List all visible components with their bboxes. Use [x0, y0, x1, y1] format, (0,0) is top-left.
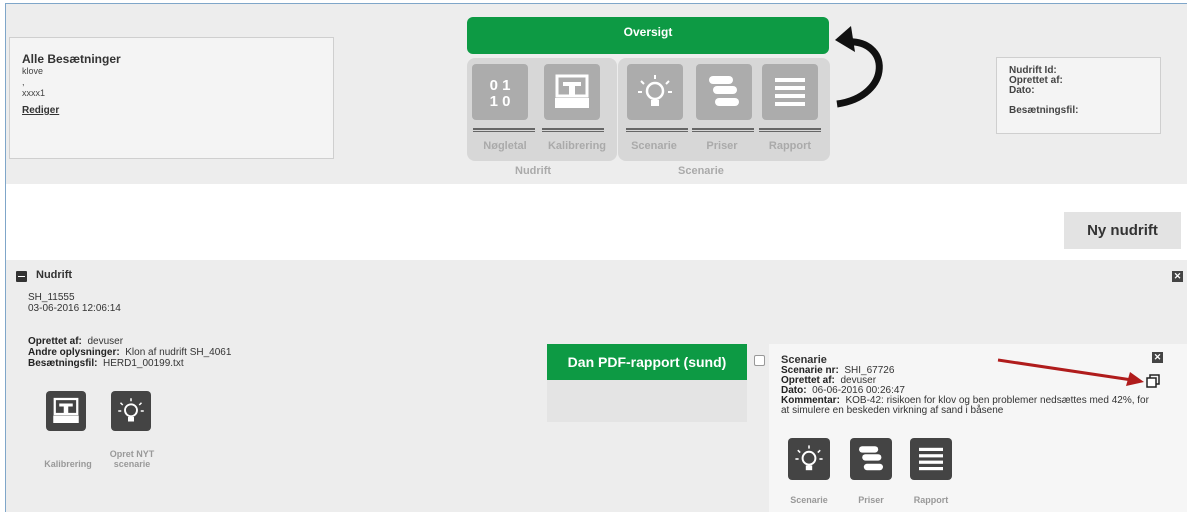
info-dato: Dato: — [1009, 85, 1035, 96]
fil-label: Besætningsfil: — [28, 358, 98, 369]
andre-value: Klon af nudrift SH_4061 — [125, 347, 232, 358]
herd-title: Alle Besætninger — [22, 52, 121, 66]
tile-divider — [626, 128, 688, 132]
kalibrering-tile[interactable] — [544, 64, 600, 120]
rapport-tile[interactable] — [762, 64, 818, 120]
priser-action-label[interactable]: Priser — [841, 495, 901, 505]
red-arrow-icon — [997, 358, 1144, 386]
group-label-scenarie: Scenarie — [678, 165, 724, 177]
priser-tile[interactable] — [696, 64, 752, 120]
binary-icon: 0 1 1 0 — [490, 77, 511, 110]
collapse-icon[interactable] — [16, 271, 27, 282]
tile-label-noegletal[interactable]: Nøgletal — [470, 140, 540, 152]
copy-icon[interactable] — [1146, 374, 1160, 388]
list-icon — [919, 447, 943, 471]
close-scenarie-icon[interactable]: ✕ — [1152, 352, 1163, 363]
pdf-checkbox[interactable] — [754, 355, 765, 366]
priser-open-button[interactable] — [850, 438, 892, 480]
nudrift-meta: Oprettet af: devuser Andre oplysninger: … — [28, 336, 231, 369]
new-scenarie-action-label[interactable]: Opret NYT scenarie — [100, 449, 164, 469]
calibration-icon — [555, 74, 589, 108]
rapport-action-label[interactable]: Rapport — [901, 495, 961, 505]
kalibrering-action-button[interactable] — [46, 391, 86, 431]
svg-text:0 1: 0 1 — [490, 77, 511, 94]
pdf-button-area — [547, 380, 747, 422]
app-frame: Alle Besætninger klove , xxxx1 Rediger O… — [5, 3, 1187, 512]
close-nudrift-icon[interactable]: ✕ — [1172, 271, 1183, 282]
new-scenarie-label-line1: Opret NYT — [109, 449, 155, 459]
tile-label-kalibrering[interactable]: Kalibrering — [542, 140, 612, 152]
new-scenarie-label-line2: scenarie — [113, 459, 151, 469]
nudrift-id: SH_11555 — [28, 292, 75, 303]
nudrift-timestamp: 03-06-2016 12:06:14 — [28, 303, 121, 314]
coins-icon — [859, 446, 883, 471]
tile-divider — [759, 128, 821, 132]
fil-value: HERD1_00199.txt — [103, 358, 184, 369]
tile-label-rapport[interactable]: Rapport — [755, 140, 825, 152]
lightbulb-icon — [118, 398, 144, 422]
nudrift-title: Nudrift — [36, 269, 73, 281]
calibration-icon — [53, 397, 79, 423]
group-label-nudrift: Nudrift — [515, 165, 552, 177]
scenarie-kommentar-line2: at simulere en beskeden virkning af sand… — [781, 405, 1004, 416]
lightbulb-icon — [795, 445, 823, 471]
tile-label-scenarie[interactable]: Scenarie — [619, 140, 689, 152]
info-besaetningsfil: Besætningsfil: — [1009, 105, 1079, 116]
herd-line-2: , — [22, 77, 25, 87]
oversigt-button[interactable]: Oversigt — [467, 17, 829, 54]
oprettet-af-label: Oprettet af: — [28, 336, 82, 347]
noegletal-tile[interactable]: 0 1 1 0 — [472, 64, 528, 120]
svg-text:1 0: 1 0 — [490, 93, 511, 110]
rapport-open-button[interactable] — [910, 438, 952, 480]
new-scenarie-action-button[interactable] — [111, 391, 151, 431]
pdf-report-button[interactable]: Dan PDF-rapport (sund) — [547, 344, 747, 380]
overview-header: Alle Besætninger klove , xxxx1 Rediger O… — [6, 4, 1187, 184]
oprettet-af-value: devuser — [87, 336, 124, 347]
herd-panel: Alle Besætninger klove , xxxx1 Rediger — [9, 37, 334, 159]
edit-herd-link[interactable]: Rediger — [22, 105, 59, 116]
nudrift-info-panel: Nudrift Id: Oprettet af: Dato: Besætning… — [996, 57, 1161, 134]
tile-divider — [473, 128, 535, 132]
curved-arrow-icon — [835, 26, 883, 108]
tile-divider — [692, 128, 754, 132]
nudrift-id-block: SH_11555 03-06-2016 12:06:14 — [28, 292, 121, 314]
list-icon — [775, 78, 805, 106]
tile-divider — [542, 128, 604, 132]
tile-label-priser[interactable]: Priser — [687, 140, 757, 152]
scenarie-tile[interactable] — [627, 64, 683, 120]
new-nudrift-button[interactable]: Ny nudrift — [1064, 212, 1181, 249]
andre-label: Andre oplysninger: — [28, 347, 120, 358]
nudrift-section: Nudrift ✕ SH_11555 03-06-2016 12:06:14 O… — [6, 260, 1187, 512]
herd-line-3: xxxx1 — [22, 88, 46, 98]
scenarie-open-button[interactable] — [788, 438, 830, 480]
scenarie-action-label[interactable]: Scenarie — [779, 495, 839, 505]
kalibrering-action-label[interactable]: Kalibrering — [40, 459, 96, 469]
herd-line-1: klove — [22, 66, 44, 76]
lightbulb-icon — [638, 75, 672, 106]
coins-icon — [709, 76, 739, 106]
